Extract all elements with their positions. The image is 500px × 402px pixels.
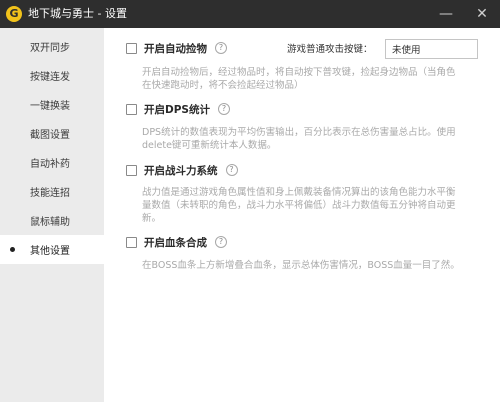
sidebar-item-quick-gear-swap[interactable]: 一键换装 (0, 90, 104, 119)
sidebar-item-label: 一键换装 (30, 101, 70, 112)
help-icon[interactable]: ? (217, 103, 230, 115)
sidebar-item-auto-potion[interactable]: 自动补药 (0, 148, 104, 177)
help-icon[interactable]: ? (215, 42, 227, 54)
sidebar-item-skill-combo[interactable]: 技能连招 (0, 177, 104, 206)
combat-power-checkbox[interactable] (126, 164, 137, 176)
sidebar-item-label: 截图设置 (30, 130, 70, 141)
attack-key-input[interactable] (385, 39, 478, 59)
close-button[interactable]: ✕ (464, 0, 500, 28)
help-icon[interactable]: ? (215, 236, 227, 248)
health-bar-merge-label[interactable]: 开启血条合成 (144, 235, 207, 250)
window-title: 地下城与勇士 - 设置 (28, 7, 127, 20)
active-indicator-dot (10, 247, 15, 252)
help-icon[interactable]: ? (225, 164, 238, 176)
option-combat-power: 开启战斗力系统 ? (126, 162, 238, 178)
sidebar-item-screenshot-settings[interactable]: 截图设置 (0, 119, 104, 148)
sidebar-item-label: 按键连发 (30, 72, 70, 83)
sidebar-item-label: 双开同步 (30, 43, 70, 54)
title-bar[interactable]: G 地下城与勇士 - 设置 — ✕ (0, 0, 500, 28)
sidebar-item-key-repeat[interactable]: 按键连发 (0, 61, 104, 90)
auto-pickup-description: 开启自动捡物后，经过物品时，将自动按下普攻键，捡起身边物品（当角色在快速跑动时，… (142, 67, 456, 91)
minimize-button[interactable]: — (428, 0, 464, 28)
dps-stats-label[interactable]: 开启DPS统计 (144, 102, 210, 117)
sidebar-item-label: 鼠标辅助 (30, 217, 70, 228)
combat-power-description: 战力值是通过游戏角色属性值和身上佩戴装备情况算出的该角色能力水平衡量数值（未转职… (142, 187, 456, 224)
sidebar: 双开同步 按键连发 一键换装 截图设置 自动补药 技能连招 鼠标辅助 其他设置 (0, 28, 104, 402)
settings-panel: 开启自动捡物 ? 游戏普通攻击按键： 开启自动捡物后，经过物品时，将自动按下普攻… (104, 28, 500, 402)
dps-stats-checkbox[interactable] (126, 103, 137, 115)
sidebar-item-label: 自动补药 (30, 159, 70, 170)
sidebar-item-mouse-assist[interactable]: 鼠标辅助 (0, 206, 104, 235)
sidebar-item-label: 技能连招 (30, 188, 70, 199)
sidebar-item-dual-sync[interactable]: 双开同步 (0, 32, 104, 61)
auto-pickup-label[interactable]: 开启自动捡物 (144, 41, 207, 56)
attack-key-label: 游戏普通攻击按键： (287, 44, 373, 55)
combat-power-label[interactable]: 开启战斗力系统 (144, 163, 218, 178)
sidebar-item-label: 其他设置 (30, 246, 70, 257)
dps-stats-description: DPS统计的数值表现为平均伤害输出，百分比表示在总伤害量总占比。使用delete… (142, 127, 456, 151)
sidebar-item-other-settings[interactable]: 其他设置 (0, 235, 104, 264)
settings-window: G 地下城与勇士 - 设置 — ✕ 双开同步 按键连发 一键换装 截图设置 自动… (0, 0, 500, 402)
option-auto-pickup: 开启自动捡物 ? (126, 40, 227, 56)
app-logo-icon: G (6, 6, 22, 22)
auto-pickup-checkbox[interactable] (126, 42, 137, 54)
health-bar-merge-description: 在BOSS血条上方新增叠合血条，显示总体伤害情况，BOSS血量一目了然。 (142, 260, 460, 271)
option-health-bar-merge: 开启血条合成 ? (126, 234, 227, 250)
health-bar-merge-checkbox[interactable] (126, 236, 137, 248)
option-dps-stats: 开启DPS统计 ? (126, 101, 230, 117)
